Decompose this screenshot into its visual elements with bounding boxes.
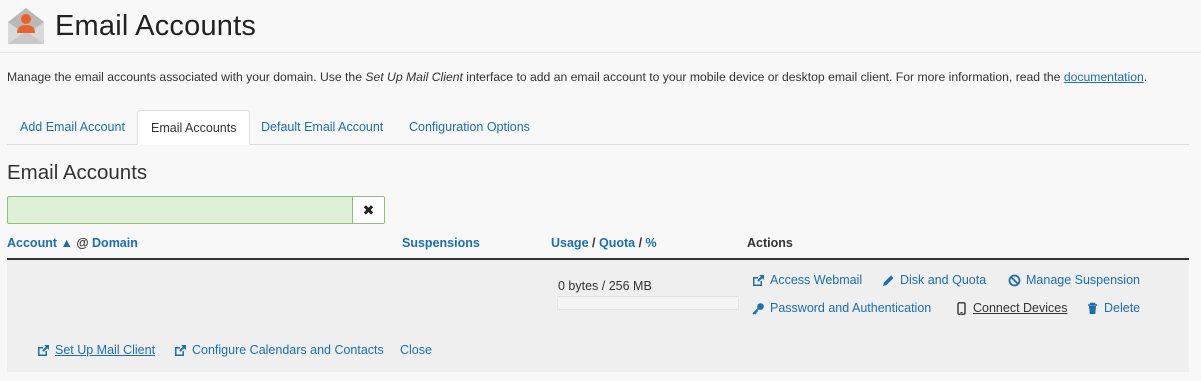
- connect-devices-label: Connect Devices: [973, 301, 1068, 315]
- tab-configuration-options[interactable]: Configuration Options: [396, 110, 543, 145]
- manage-suspension-link[interactable]: Manage Suspension: [1008, 273, 1140, 287]
- access-webmail-label: Access Webmail: [770, 273, 863, 287]
- column-header-usage: Usage / Quota / %: [551, 236, 657, 250]
- sort-account-link[interactable]: Account: [7, 236, 57, 250]
- disk-and-quota-label: Disk and Quota: [900, 273, 987, 287]
- sort-usage-link[interactable]: Usage: [551, 236, 589, 250]
- column-header-suspensions[interactable]: Suspensions: [402, 236, 480, 250]
- clear-search-button[interactable]: ✖: [352, 196, 385, 224]
- set-up-mail-client-label: Set Up Mail Client: [55, 343, 156, 357]
- close-label: Close: [400, 343, 432, 357]
- access-webmail-link[interactable]: Access Webmail: [752, 273, 862, 287]
- section-title: Email Accounts: [7, 161, 148, 184]
- header-divider: [0, 52, 1201, 53]
- description-text-middle: interface to add an email account to you…: [462, 70, 1064, 84]
- mobile-icon: [955, 301, 968, 315]
- ban-icon: [1008, 274, 1021, 287]
- table-row: 0 bytes / 256 MB Access Webmail Disk and…: [7, 260, 1189, 372]
- external-link-icon: [174, 344, 187, 357]
- password-and-authentication-label: Password and Authentication: [770, 301, 932, 315]
- password-and-authentication-link[interactable]: Password and Authentication: [752, 301, 931, 315]
- tab-default-email-account[interactable]: Default Email Account: [248, 110, 396, 145]
- header-separator: /: [592, 236, 596, 250]
- tab-email-accounts[interactable]: Email Accounts: [137, 110, 251, 145]
- column-header-actions: Actions: [747, 236, 793, 250]
- manage-suspension-label: Manage Suspension: [1026, 273, 1140, 287]
- key-icon: [752, 302, 765, 315]
- page-title: Email Accounts: [55, 9, 257, 42]
- documentation-link[interactable]: documentation: [1064, 70, 1144, 84]
- sort-ascending-icon: ▲: [60, 236, 73, 250]
- set-up-mail-client-link[interactable]: Set Up Mail Client: [37, 343, 155, 357]
- times-icon: ✖: [362, 201, 375, 218]
- header-separator: /: [638, 236, 643, 250]
- configure-calendars-label: Configure Calendars and Contacts: [192, 343, 384, 357]
- sort-quota-link[interactable]: Quota: [599, 236, 635, 250]
- external-link-icon: [37, 344, 50, 357]
- actions-header-label: Actions: [747, 236, 793, 250]
- search-input[interactable]: [7, 196, 352, 224]
- connect-devices-link[interactable]: Connect Devices: [955, 301, 1068, 315]
- external-link-icon: [752, 274, 765, 287]
- delete-label: Delete: [1104, 301, 1141, 315]
- column-header-account[interactable]: Account ▲ @ Domain: [7, 236, 138, 250]
- at-symbol: @: [76, 236, 89, 250]
- close-row-link[interactable]: Close: [400, 343, 432, 357]
- description-text: Manage the email accounts associated wit…: [7, 70, 366, 84]
- description-suffix: .: [1143, 70, 1148, 84]
- tab-add-email-account[interactable]: Add Email Account: [7, 110, 138, 145]
- sort-domain-link[interactable]: Domain: [92, 236, 138, 250]
- usage-quota-text: 0 bytes / 256 MB: [558, 279, 652, 293]
- disk-and-quota-link[interactable]: Disk and Quota: [882, 273, 986, 287]
- search-group: ✖: [7, 196, 385, 224]
- tab-bar: Add Email Account Email Accounts Default…: [7, 110, 1189, 145]
- email-accounts-icon: [8, 8, 44, 44]
- usage-progress-bar: [557, 296, 739, 310]
- pencil-icon: [882, 274, 895, 287]
- description-emphasis: Set Up Mail Client: [365, 70, 463, 84]
- delete-link[interactable]: Delete: [1086, 301, 1140, 315]
- page-header: Email Accounts: [6, 4, 256, 48]
- trash-icon: [1086, 302, 1099, 315]
- configure-calendars-link[interactable]: Configure Calendars and Contacts: [174, 343, 384, 357]
- page-description: Manage the email accounts associated wit…: [7, 70, 1147, 84]
- sort-percent-link[interactable]: %: [646, 236, 657, 250]
